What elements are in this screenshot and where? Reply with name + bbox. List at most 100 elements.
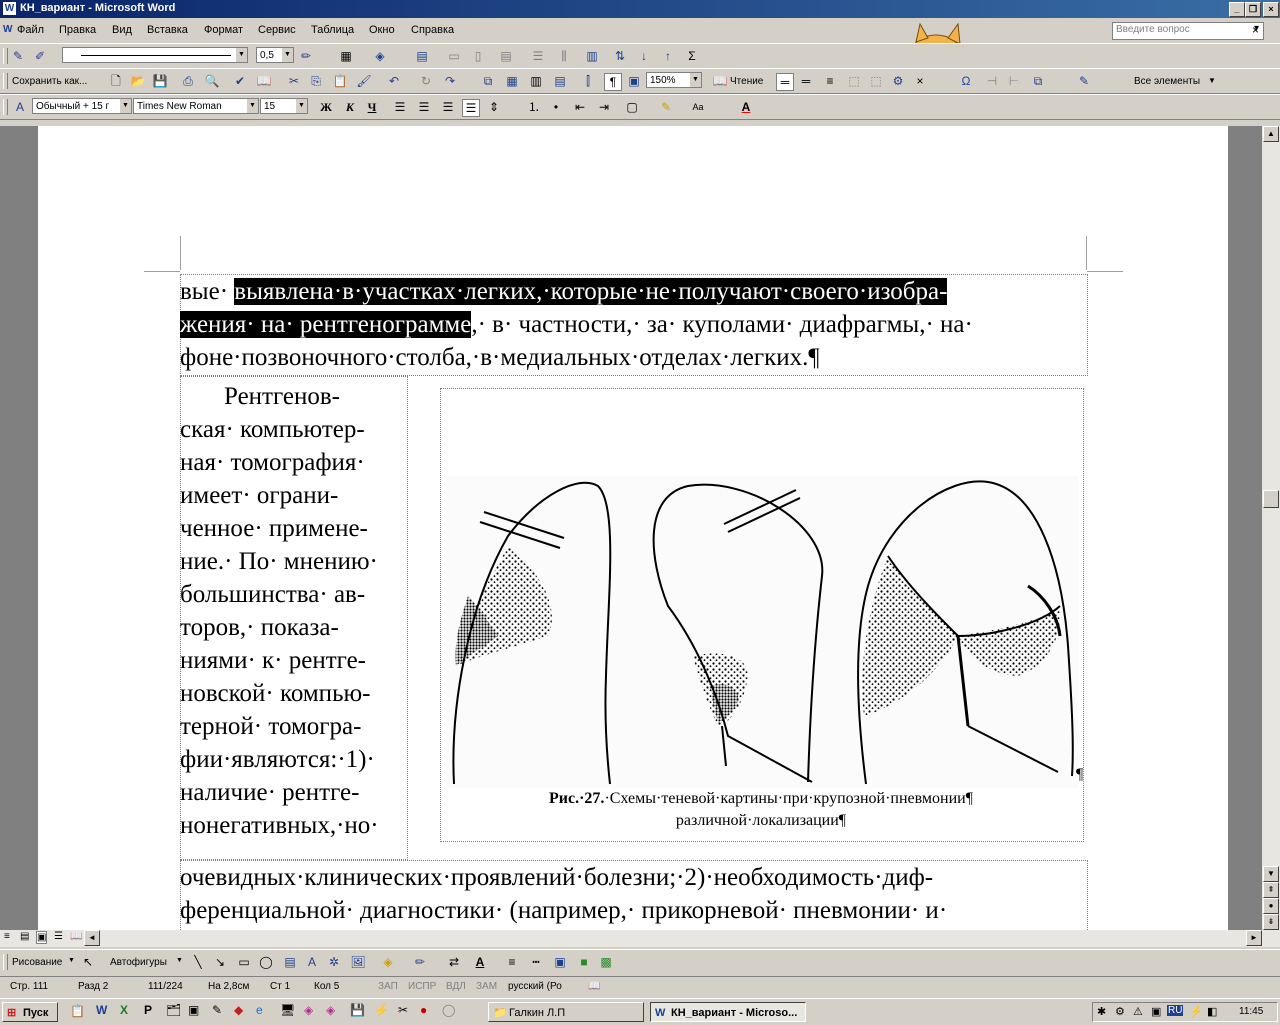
format-painter-icon[interactable]: 🖌 [356,73,372,89]
justify-icon[interactable]: ☰ [462,99,480,117]
scroll-right-icon[interactable]: ► [1246,930,1262,946]
quicklaunch-app6-icon[interactable]: ● [420,1003,427,1017]
tray-app-icon[interactable]: ▣ [1151,1005,1161,1018]
read-icon[interactable]: 📖 [712,73,728,89]
dash-style-icon[interactable]: ┅ [528,954,544,970]
columns-icon[interactable]: ⫿ [580,73,596,89]
scroll-left-icon[interactable]: ◄ [84,930,100,946]
ungroup-icon[interactable]: ⬚ [868,73,884,89]
toggle-field-icon[interactable]: ⊣ [984,73,1000,89]
previous-page-icon[interactable]: ⇞ [1263,882,1279,898]
outline-view-icon[interactable]: ☰ [54,931,63,942]
scroll-up-icon[interactable]: ▲ [1263,126,1279,142]
task-word-document[interactable]: W КН_вариант - Microso... [650,1002,806,1022]
align-right-icon[interactable]: ☰ [440,99,456,115]
zoom-select[interactable]: 150% ▼ [646,72,702,88]
outside-border-icon[interactable]: ▢ [624,99,640,115]
menu-tools[interactable]: Сервис [258,24,296,36]
quicklaunch-app2-icon[interactable]: ◈ [304,1003,313,1017]
status-ext[interactable]: ВДЛ [446,981,466,992]
3d-icon[interactable]: ▩ [598,954,614,970]
status-ovr[interactable]: ЗАМ [476,981,497,992]
insert-excel-icon[interactable]: ▤ [552,73,568,89]
quicklaunch-app4-icon[interactable]: ⚡ [374,1003,389,1017]
quicklaunch-excel-icon[interactable]: X [120,1003,128,1017]
font-select[interactable]: Times New Roman ▼ [133,98,259,114]
select-browse-object-icon[interactable]: ● [1263,898,1279,914]
tray-network-icon[interactable]: ⚠ [1133,1005,1143,1018]
print-preview-icon[interactable]: 🔍 [204,73,220,89]
object-browse-icon[interactable]: ⧉ [1030,73,1046,89]
split-cells-icon[interactable]: ▯ [470,48,486,64]
text-box-icon[interactable]: ▤ [282,954,298,970]
menu-file[interactable]: Файл [17,24,44,36]
new-document-icon[interactable]: 🗋 [108,73,124,89]
merge-cells-icon[interactable]: ▭ [446,48,462,64]
redo-disabled-icon[interactable]: ↻ [418,73,434,89]
copy-icon[interactable]: ⎘ [308,73,324,89]
insert-table-icon-2[interactable]: ▥ [528,73,544,89]
align-left-icon[interactable]: ☰ [392,99,408,115]
doc-menu-icon[interactable]: W [3,24,12,35]
insert-object-icon[interactable]: ⚙ [890,73,906,89]
font-color-draw-icon[interactable]: A [472,954,488,970]
open-icon[interactable]: 📂 [130,73,146,89]
menu-table[interactable]: Таблица [311,24,354,36]
quicklaunch-outlook-icon[interactable]: 📋 [70,1004,85,1018]
distribute-rows-icon[interactable]: ☰ [530,48,546,64]
tables-borders-icon[interactable]: ▦ [504,73,520,89]
menu-format[interactable]: Формат [204,24,243,36]
close-doc-icon[interactable]: × [1252,23,1259,37]
text-direction-icon[interactable]: ⇅ [612,48,628,64]
spelling-icon[interactable]: ✔ [232,73,248,89]
minimize-button[interactable]: _ [1229,2,1245,17]
clock[interactable]: 11:45 [1239,1006,1263,1017]
web-layout-icon[interactable]: ▤ [20,931,29,942]
quicklaunch-media-icon[interactable]: ◆ [234,1003,243,1017]
border-color-icon[interactable]: ✏ [298,48,314,64]
borders-icon[interactable]: ▦ [338,48,354,64]
close-x-icon[interactable]: × [912,73,928,89]
cut-icon[interactable]: ✂ [286,73,302,89]
word-app-icon[interactable]: W [3,2,16,15]
bullets-icon[interactable]: • [548,99,564,115]
spelling-status-icon[interactable]: 📖 [588,981,600,992]
status-trk[interactable]: ИСПР [408,981,436,992]
next-page-icon[interactable]: ⇟ [1263,914,1279,930]
line-style-icon[interactable]: ≡ [504,954,520,970]
draw-line-icon[interactable]: ═ [776,73,794,91]
double-line-icon[interactable]: ≡ [822,73,838,89]
tray-tools-icon[interactable]: ⚙ [1115,1005,1125,1018]
vertical-scrollbar[interactable]: ▲ ▼ ⇞ ● ⇟ [1262,126,1280,930]
draw-table-icon[interactable]: ✎ [10,48,26,64]
style-select[interactable]: Обычный + 15 г ▼ [32,98,132,114]
draw-menu[interactable]: Рисование [12,957,62,968]
tray-app2-icon[interactable]: ⚡ [1189,1005,1203,1018]
print-layout-icon[interactable]: ▣ [36,931,48,944]
quicklaunch-tools-icon[interactable]: ✎ [212,1003,222,1017]
paste-icon[interactable]: 📋 [332,73,348,89]
task-galkin[interactable]: 📁 Галкин Л.П [488,1002,644,1022]
italic-icon[interactable]: К [342,99,358,115]
line-color-icon[interactable]: ✏ [412,954,428,970]
oval-icon[interactable]: ◯ [258,954,274,970]
change-case-icon[interactable]: Aa [690,99,706,115]
fill-color-icon[interactable]: ◈ [380,954,396,970]
distribute-columns-icon[interactable]: ⫼ [556,48,572,64]
language-indicator[interactable]: RU [1167,1005,1184,1016]
underline-icon[interactable]: Ч [364,99,380,115]
quicklaunch-app-icon[interactable]: ▣ [188,1003,199,1017]
save-as-button[interactable]: Сохранить как... [12,76,87,87]
save-icon[interactable]: 💾 [152,73,168,89]
quicklaunch-app5-icon[interactable]: ✂ [398,1003,408,1017]
menu-help[interactable]: Справка [411,24,454,36]
quicklaunch-word-icon[interactable]: W [96,1003,107,1017]
all-elements-dropdown-icon[interactable]: ▼ [1208,76,1216,85]
font-color-icon[interactable]: A [738,99,754,115]
equal-icon[interactable]: ═ [798,73,814,89]
show-hide-pilcrow-icon[interactable]: ¶ [604,73,622,91]
autosum-icon[interactable]: Σ [684,48,700,64]
highlight-pen-icon[interactable]: ✎ [1076,73,1092,89]
quicklaunch-publisher-icon[interactable]: P [144,1003,152,1017]
scroll-thumb[interactable] [1263,490,1279,508]
